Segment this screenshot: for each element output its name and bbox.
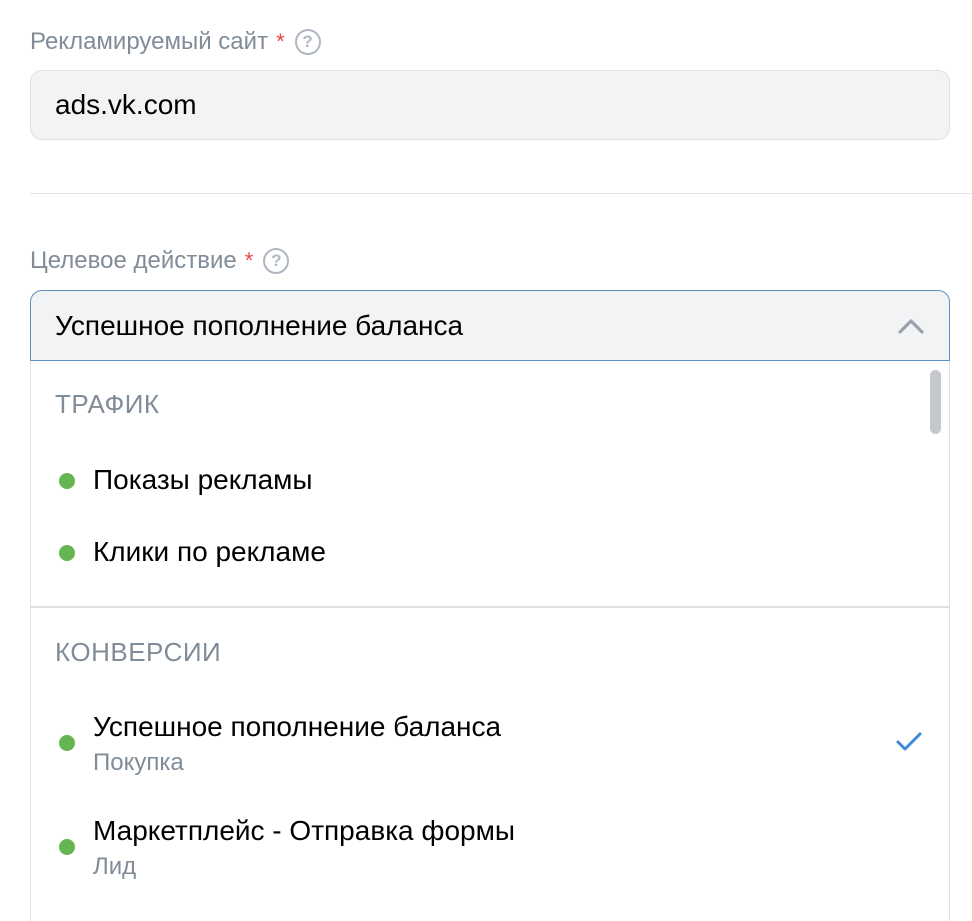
- option-title: Клики по рекламе: [93, 536, 326, 567]
- site-field-label-text: Рекламируемый сайт: [30, 28, 269, 55]
- option-marketplace-form[interactable]: Маркетплейс - Отправка формы Лид: [31, 809, 949, 885]
- group-title-conversions: КОНВЕРСИИ: [55, 637, 222, 667]
- required-mark: *: [276, 29, 285, 54]
- site-input[interactable]: ads.vk.com: [30, 70, 950, 140]
- target-action-selected-value: Успешное пополнение баланса: [55, 309, 464, 341]
- option-balance-topup[interactable]: Успешное пополнение баланса Покупка: [31, 705, 949, 781]
- option-subtitle: Покупка: [93, 749, 184, 776]
- chevron-up-icon[interactable]: [897, 312, 925, 340]
- green-dot-icon: [59, 735, 75, 751]
- required-mark: *: [244, 248, 254, 273]
- section-divider: [30, 193, 972, 194]
- site-input-value: ads.vk.com: [55, 89, 197, 120]
- check-icon: [895, 731, 923, 758]
- option-subtitle: Лид: [93, 853, 137, 880]
- green-dot-icon: [59, 473, 75, 489]
- option-title: Показы рекламы: [93, 464, 313, 495]
- option-ad-impressions[interactable]: Показы рекламы: [31, 457, 949, 513]
- action-field-label-text: Целевое действие: [30, 247, 237, 274]
- group-title-traffic: ТРАФИК: [55, 389, 160, 419]
- action-field-label: Целевое действие * ?: [30, 245, 290, 277]
- green-dot-icon: [59, 545, 75, 561]
- target-action-dropdown[interactable]: ТРАФИК Показы рекламы Клики по рекламе К…: [30, 361, 950, 921]
- option-title: Успешное пополнение баланса: [93, 711, 502, 742]
- option-ad-clicks[interactable]: Клики по рекламе: [31, 529, 949, 585]
- scrollbar[interactable]: [930, 370, 941, 434]
- site-field-label: Рекламируемый сайт * ?: [30, 26, 321, 58]
- help-icon[interactable]: ?: [263, 248, 290, 274]
- group-divider: [31, 606, 949, 608]
- target-action-select[interactable]: Успешное пополнение баланса: [30, 290, 950, 361]
- option-title: Маркетплейс - Отправка формы: [93, 815, 515, 846]
- help-icon[interactable]: ?: [294, 29, 321, 55]
- green-dot-icon: [59, 839, 75, 855]
